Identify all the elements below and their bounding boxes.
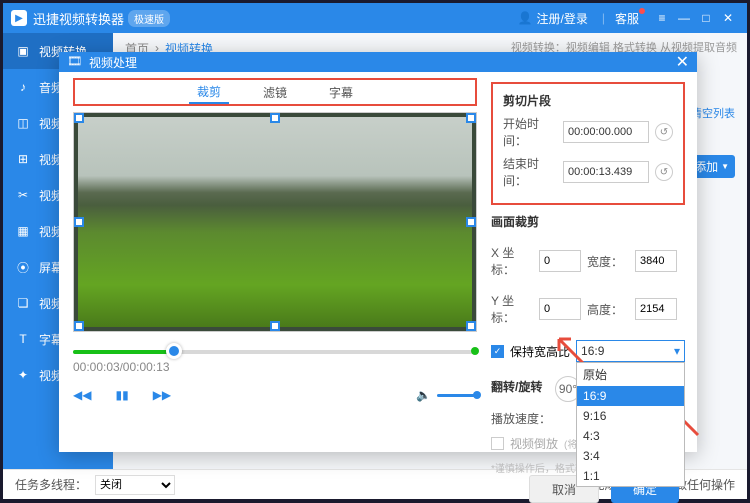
- volume-slider[interactable]: [437, 394, 477, 397]
- dialog-close-icon[interactable]: ✕: [676, 52, 689, 72]
- audio-icon: ♪: [15, 79, 31, 95]
- rewind-icon[interactable]: ◀◀: [73, 388, 91, 402]
- ratio-option-4-3[interactable]: 4:3: [577, 426, 684, 446]
- menu-icon[interactable]: ≡: [651, 11, 673, 25]
- crop-handle-tl[interactable]: [74, 113, 84, 123]
- chevron-down-icon: ▾: [674, 344, 680, 358]
- crop-section-title: 画面裁剪: [491, 213, 685, 230]
- split-icon: ✂: [15, 187, 31, 203]
- ratio-option-9-16[interactable]: 9:16: [577, 406, 684, 426]
- crop-handle-l[interactable]: [74, 217, 84, 227]
- video-icon: ▣: [15, 43, 31, 59]
- cut-section-title: 剪切片段: [503, 92, 673, 109]
- aspect-ratio-select[interactable]: 16:9 ▾: [576, 340, 685, 362]
- app-title: 迅捷视频转换器: [33, 9, 124, 28]
- user-icon: 👤: [518, 11, 533, 25]
- video-preview[interactable]: [73, 112, 477, 332]
- minimize-icon[interactable]: —: [673, 11, 695, 25]
- tab-row: 裁剪 滤镜 字幕: [73, 78, 477, 106]
- tab-subtitle[interactable]: 字幕: [321, 82, 361, 103]
- x-input[interactable]: [539, 250, 581, 272]
- reverse-label: 视频倒放: [510, 435, 558, 452]
- ratio-option-16-9[interactable]: 16:9: [577, 386, 684, 406]
- merge-icon: ⊞: [15, 151, 31, 167]
- tab-crop[interactable]: 裁剪: [189, 81, 229, 104]
- titlebar: ▶ 迅捷视频转换器 极速版 👤 注册/登录 | 客服 ≡ — □ ✕: [3, 3, 747, 33]
- register-login-link[interactable]: 👤 注册/登录: [518, 10, 588, 27]
- x-label: X 坐标：: [491, 244, 533, 278]
- watermark-icon: ❏: [15, 295, 31, 311]
- volume-icon: 🔈: [416, 388, 431, 402]
- end-time-label: 结束时间：: [503, 155, 557, 189]
- crop-handle-b[interactable]: [270, 321, 280, 331]
- record-icon: ⦿: [15, 259, 31, 275]
- pause-icon[interactable]: ▮▮: [115, 388, 128, 402]
- crop-handle-br[interactable]: [466, 321, 476, 331]
- speed-label: 播放速度：: [491, 410, 551, 427]
- reset-start-icon[interactable]: ↺: [655, 123, 673, 141]
- close-icon[interactable]: ✕: [717, 11, 739, 25]
- customer-service-link[interactable]: 客服: [615, 10, 639, 27]
- y-label: Y 坐标：: [491, 292, 533, 326]
- gif-icon: ▦: [15, 223, 31, 239]
- chevron-down-icon: ▼: [721, 162, 729, 171]
- volume-control[interactable]: 🔈: [416, 388, 477, 402]
- flip-section-title: 翻转/旋转: [491, 378, 549, 395]
- timeline-slider[interactable]: [73, 346, 477, 356]
- compress-icon: ◫: [15, 115, 31, 131]
- tab-filter[interactable]: 滤镜: [255, 82, 295, 103]
- end-time-input[interactable]: [563, 161, 649, 183]
- maximize-icon[interactable]: □: [695, 11, 717, 25]
- forward-icon[interactable]: ▶▶: [153, 388, 171, 402]
- app-logo-icon: ▶: [11, 10, 27, 26]
- reset-end-icon[interactable]: ↺: [655, 163, 673, 181]
- ratio-option-3-4[interactable]: 3:4: [577, 446, 684, 466]
- y-input[interactable]: [539, 298, 581, 320]
- beautify-icon: ✦: [15, 367, 31, 383]
- edition-badge: 极速版: [128, 10, 170, 27]
- timeline-knob[interactable]: [166, 343, 182, 359]
- playback-controls: ◀◀ ▮▮ ▶▶ 🔈: [73, 388, 477, 402]
- crop-handle-r[interactable]: [466, 217, 476, 227]
- crop-handle-bl[interactable]: [74, 321, 84, 331]
- crop-handle-tr[interactable]: [466, 113, 476, 123]
- clear-list-link[interactable]: 清空列表: [691, 105, 735, 121]
- keep-aspect-label: 保持宽高比: [510, 343, 570, 360]
- start-time-input[interactable]: [563, 121, 649, 143]
- video-scene: [78, 117, 472, 327]
- aspect-ratio-dropdown: 原始 16:9 9:16 4:3 3:4 1:1: [576, 362, 685, 487]
- timeline-end-marker[interactable]: [471, 347, 479, 355]
- keep-aspect-checkbox[interactable]: ✓: [491, 345, 504, 358]
- crop-handle-t[interactable]: [270, 113, 280, 123]
- cut-section: 剪切片段 开始时间： ↺ 结束时间： ↺: [491, 82, 685, 205]
- video-processing-dialog: 🎞 视频处理 ✕ 裁剪 滤镜 字幕: [59, 52, 697, 452]
- subtitle-icon: T: [15, 331, 31, 347]
- ratio-option-1-1[interactable]: 1:1: [577, 466, 684, 486]
- dialog-header: 🎞 视频处理 ✕: [59, 52, 697, 72]
- h-input[interactable]: [635, 298, 677, 320]
- video-process-icon: 🎞: [67, 54, 83, 70]
- ratio-option-original[interactable]: 原始: [577, 363, 684, 386]
- w-input[interactable]: [635, 250, 677, 272]
- start-time-label: 开始时间：: [503, 115, 557, 149]
- timecode: 00:00:03/00:00:13: [73, 360, 477, 374]
- w-label: 宽度：: [587, 253, 629, 270]
- reverse-checkbox[interactable]: [491, 437, 504, 450]
- dialog-title: 视频处理: [89, 54, 137, 71]
- h-label: 高度：: [587, 301, 629, 318]
